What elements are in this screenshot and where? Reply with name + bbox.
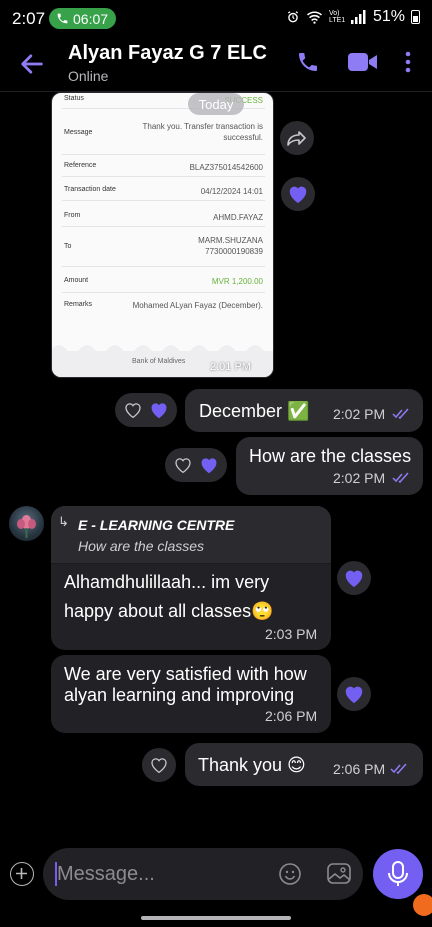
- receipt-row: To MARM.SHUZANA 7730000190839: [62, 235, 265, 267]
- receipt-value: AHMD.FAYAZ: [213, 213, 263, 222]
- receipt-value: Mohamed ALyan Fayaz (December).: [132, 301, 263, 310]
- receipt-label: Message: [64, 129, 93, 136]
- avatar[interactable]: [9, 506, 44, 541]
- heart-filled-icon: [345, 570, 363, 588]
- message-text: Alhamdhulillaah... im very: [64, 572, 270, 592]
- message-text: We are very satisfied with how: [64, 664, 307, 684]
- like-button[interactable]: [337, 561, 371, 595]
- network-label: Vo) LTE1: [328, 10, 346, 24]
- video-call-icon[interactable]: [347, 50, 379, 74]
- read-receipt-icon: [392, 472, 409, 483]
- voice-call-icon[interactable]: [296, 50, 320, 74]
- receipt-value: Thank you. Transfer transaction is succe…: [142, 122, 264, 142]
- read-receipt-icon: [392, 408, 409, 419]
- status-bar: 2:07 06:07 Vo) LTE1 51%: [0, 0, 432, 38]
- reaction-bar[interactable]: [115, 393, 177, 427]
- date-chip: Today: [188, 93, 244, 115]
- message-composer[interactable]: [43, 848, 363, 900]
- heart-outline-icon: [151, 758, 167, 774]
- outgoing-message[interactable]: December ✅ 2:02 PM: [185, 389, 423, 432]
- wifi-icon: [306, 11, 322, 24]
- alarm-icon: [287, 11, 298, 23]
- receipt-label: Remarks: [64, 301, 93, 308]
- receipt-row: Transaction date 04/12/2024 14:01: [62, 183, 265, 201]
- message-text: How are the classes: [249, 446, 412, 466]
- emoji-icon[interactable]: [278, 862, 302, 886]
- lotus-icon: [17, 515, 36, 538]
- quoted-reply[interactable]: [51, 506, 331, 564]
- receipt-value: MVR 1,200.00: [211, 277, 263, 286]
- outgoing-message[interactable]: How are the classes 2:02 PM: [236, 437, 423, 495]
- attach-button[interactable]: [10, 862, 34, 886]
- receipt-label: From: [64, 212, 81, 219]
- voice-message-button[interactable]: [373, 849, 423, 899]
- status-icons: Vo) LTE1 51%: [286, 8, 420, 26]
- receipt-label: To: [64, 243, 72, 250]
- receipt-row: Amount MVR 1,200.00: [62, 271, 265, 293]
- status-time: 2:07: [12, 9, 46, 28]
- heart-filled-icon: [289, 186, 307, 204]
- call-duration: 06:07: [73, 10, 109, 27]
- receipt-row: Message Thank you. Transfer transaction …: [62, 121, 265, 155]
- heart-filled-icon[interactable]: [149, 401, 169, 419]
- like-button[interactable]: [281, 177, 315, 211]
- message-text: happy about all classes🙄: [64, 601, 274, 621]
- sticker-icon[interactable]: [326, 861, 352, 887]
- reaction-bar[interactable]: [165, 448, 227, 482]
- receipt-row: Remarks Mohamed ALyan Fayaz (December).: [62, 297, 265, 319]
- forward-button[interactable]: [280, 121, 314, 155]
- phone-icon: [57, 13, 68, 24]
- signal-icon: [350, 10, 366, 24]
- message-time: 2:01 PM: [210, 361, 251, 373]
- receipt-row: From AHMD.FAYAZ: [62, 209, 265, 227]
- message-time: 2:06 PM: [265, 708, 318, 724]
- incoming-message[interactable]: We are very satisfied with how alyan lea…: [51, 655, 331, 733]
- like-button[interactable]: [337, 677, 371, 711]
- back-arrow-icon[interactable]: [18, 50, 46, 78]
- heart-filled-icon[interactable]: [199, 456, 219, 474]
- outgoing-message[interactable]: Thank you 😊 2:06 PM: [185, 743, 423, 786]
- receipt-value: MARM.SHUZANA 7730000190839: [198, 236, 263, 256]
- heart-outline-icon[interactable]: [173, 456, 193, 474]
- message-time: 2:02 PM: [333, 470, 386, 486]
- chat-header: Alyan Fayaz G 7 ELC Online: [0, 38, 432, 92]
- message-input[interactable]: [57, 862, 257, 886]
- message-time: 2:06 PM: [333, 761, 386, 777]
- floating-bubble[interactable]: [413, 894, 432, 916]
- message-text: Thank you 😊: [198, 755, 306, 775]
- plus-icon: [16, 868, 27, 879]
- receipt-label: Transaction date: [64, 186, 116, 193]
- contact-status: Online: [68, 68, 109, 84]
- battery-percent: 51%: [372, 8, 405, 25]
- receipt-value: 04/12/2024 14:01: [200, 187, 263, 196]
- bank-name: Bank of Maldives: [132, 358, 186, 365]
- like-button[interactable]: [142, 748, 176, 782]
- receipt-value: BLAZ375014542600: [189, 163, 263, 172]
- contact-name[interactable]: Alyan Fayaz G 7 ELC: [68, 42, 267, 65]
- receipt-label: Amount: [64, 277, 89, 284]
- heart-outline-icon[interactable]: [123, 401, 143, 419]
- battery-icon: [411, 10, 420, 24]
- receipt-image-message[interactable]: Status SUCCESS Message Thank you. Transf…: [51, 92, 274, 378]
- forward-icon: [287, 131, 306, 146]
- receipt-label: Status: [64, 95, 84, 102]
- receipt-label: Reference: [64, 162, 97, 169]
- message-text: alyan learning and improving: [64, 685, 295, 705]
- ongoing-call-pill[interactable]: 06:07: [49, 8, 116, 29]
- receipt-row: Reference BLAZ375014542600: [62, 159, 265, 177]
- home-indicator[interactable]: [141, 916, 291, 920]
- message-time: 2:02 PM: [333, 406, 386, 422]
- heart-filled-icon: [345, 686, 363, 704]
- microphone-icon: [388, 861, 408, 886]
- message-time: 2:03 PM: [265, 626, 318, 642]
- quote-text: How are the classes: [78, 538, 205, 554]
- more-options-icon[interactable]: [404, 51, 412, 73]
- quote-author: E - LEARNING CENTRE: [78, 517, 235, 533]
- message-text: December ✅: [199, 401, 310, 421]
- reply-arrow-icon: ↳: [58, 514, 69, 529]
- read-receipt-icon: [390, 763, 407, 774]
